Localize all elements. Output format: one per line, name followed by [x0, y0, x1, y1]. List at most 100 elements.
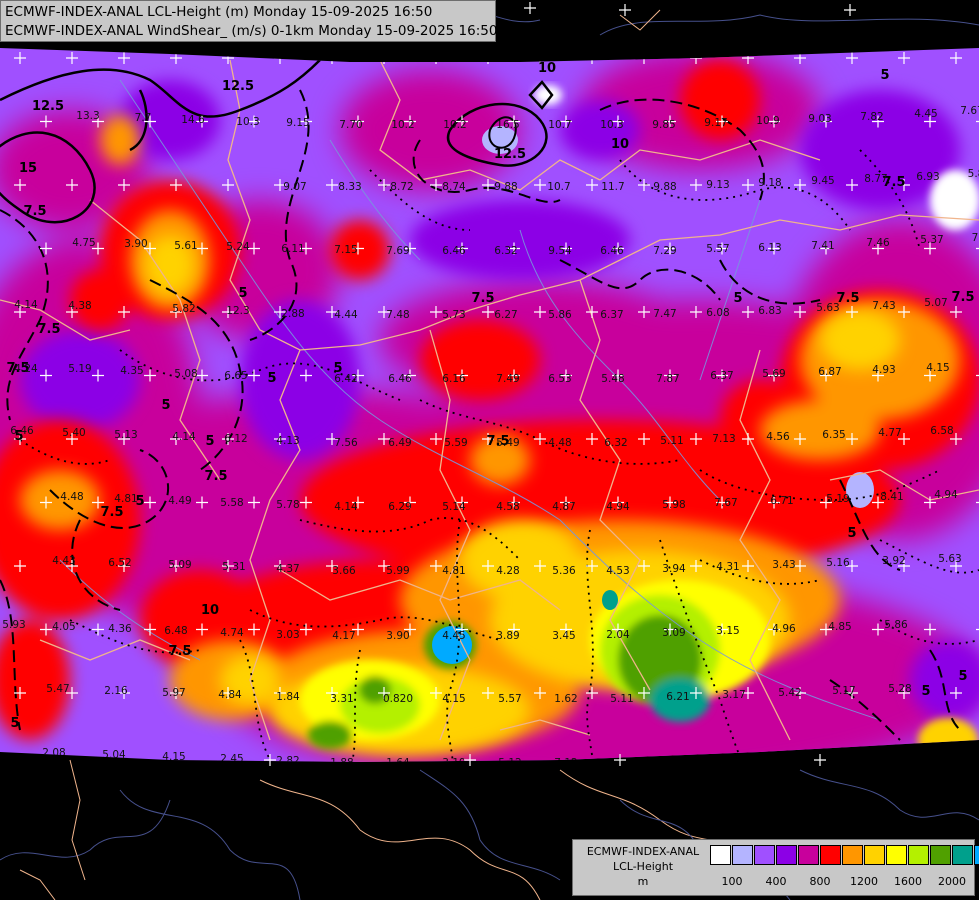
legend-swatch — [842, 845, 863, 865]
shear-value-label: 2.04 — [606, 629, 630, 641]
shear-contour-label: 12.5 — [32, 99, 64, 114]
shear-contour-label: 5 — [238, 286, 247, 301]
shear-value-label: 3.03 — [276, 629, 299, 641]
shear-value-label: 9.85 — [652, 119, 675, 131]
shear-value-label: 5.97 — [162, 687, 185, 699]
shear-value-label: 7.43 — [872, 300, 895, 312]
shear-value-label: 7.48 — [386, 309, 409, 321]
shear-value-label: 4.14 — [14, 299, 38, 311]
shear-value-label: 5.73 — [442, 309, 465, 321]
shear-contour-label: 5 — [880, 68, 889, 83]
shear-value-label: 7.7 — [135, 112, 152, 124]
shear-value-label: 6.58 — [930, 425, 953, 437]
legend-swatch — [864, 845, 885, 865]
shear-value-label: 5.82 — [172, 303, 195, 315]
shear-value-label: 12.3 — [226, 305, 249, 317]
shear-value-label: 5.57 — [498, 693, 521, 705]
shear-value-label: 4.81 — [114, 493, 137, 505]
legend-tick: 1600 — [894, 875, 922, 888]
shear-value-label: 7.46 — [866, 237, 890, 249]
shear-value-label: 4.15 — [926, 362, 949, 374]
shear-contour-label: 7.5 — [951, 290, 974, 305]
shear-value-label: 9.17 — [704, 117, 727, 129]
shear-value-label: 5.59 — [444, 437, 467, 449]
legend-tick: 1200 — [850, 875, 878, 888]
shear-value-label: 6.11 — [281, 243, 304, 255]
shear-value-label: 7.15 — [334, 244, 357, 256]
shear-value-label: 5.47 — [46, 683, 69, 695]
shear-value-label: 6.32 — [604, 437, 627, 449]
shear-value-label: 9.18 — [758, 177, 781, 189]
shear-contour-label: 5 — [921, 684, 930, 699]
shear-contour-label: 5 — [958, 669, 967, 684]
shear-contour-label: 7.5 — [471, 291, 494, 306]
shear-value-label: 3.09 — [662, 627, 685, 639]
legend-swatch — [732, 845, 753, 865]
legend-swatch — [820, 845, 841, 865]
shear-value-label: 6.29 — [388, 501, 411, 513]
title-panel: ECMWF-INDEX-ANAL LCL-Height (m) Monday 1… — [0, 0, 498, 42]
shear-value-label: 4.37 — [276, 563, 299, 575]
shear-contour-label: 7.5 — [100, 505, 123, 520]
shear-value-label: 9.88 — [653, 181, 676, 193]
shear-value-label: 3.45 — [552, 630, 575, 642]
shear-value-label: 5.63 — [938, 553, 961, 565]
shear-contour-label: 7.5 — [23, 204, 46, 219]
shear-value-label: 8.77 — [864, 173, 887, 185]
shear-value-label: 4.87 — [552, 501, 575, 513]
shear-value-label: 7.67 — [960, 105, 979, 117]
shear-value-label: 6.08 — [706, 307, 729, 319]
shear-value-label: 4.58 — [496, 501, 519, 513]
shear-value-label: 1.84 — [276, 691, 300, 703]
legend-tick: 100 — [721, 875, 743, 888]
shear-value-label: 5.31 — [222, 561, 245, 573]
shear-value-label: 6.27 — [494, 309, 517, 321]
shear-value-label: 5.69 — [762, 368, 785, 380]
shear-value-label: 7.70 — [339, 119, 362, 131]
legend-swatch — [798, 845, 819, 865]
shear-value-label: 9.07 — [283, 181, 306, 193]
shear-value-label: 10.7 — [547, 181, 570, 193]
shear-value-label: 5.13 — [114, 429, 137, 441]
shear-value-label: 6.53 — [548, 373, 571, 385]
shear-value-label: 6.35 — [822, 429, 845, 441]
shear-value-label: 7.41 — [811, 240, 834, 252]
shear-value-label: 4.94 — [934, 489, 958, 501]
shear-contour-label: 5 — [847, 526, 856, 541]
shear-value-label: 4.53 — [606, 565, 629, 577]
shear-value-label: 5.48 — [601, 373, 624, 385]
shear-value-label: 4.36 — [108, 623, 132, 635]
shear-contour-label: 7.5 — [836, 291, 859, 306]
color-legend: ECMWF-INDEX-ANAL LCL-Height m 100 400 800 1… — [572, 839, 979, 896]
shear-value-label: 4.85 — [828, 621, 851, 633]
shear-value-label: 3.17 — [722, 689, 745, 701]
shear-value-label: 6.65 — [224, 370, 247, 382]
shear-value-label: 5.63 — [816, 302, 839, 314]
shear-value-label: 4.45 — [442, 630, 465, 642]
shear-value-label: 6.87 — [818, 366, 841, 378]
shear-value-label: 6.46 — [442, 245, 466, 257]
title-line-2: ECMWF-INDEX-ANAL WindShear_ (m/s) 0-1km … — [5, 23, 498, 39]
shear-value-label: 2.16 — [104, 685, 128, 697]
shear-contour-label: 7.5 — [204, 469, 227, 484]
shear-value-label: 5.08 — [174, 368, 197, 380]
shear-value-label: 6.93 — [916, 171, 939, 183]
shear-contour-label: 10 — [611, 137, 629, 152]
shear-value-label: 7.13 — [712, 433, 735, 445]
shear-value-label: 3.15 — [716, 625, 739, 637]
shear-value-label: 6.71 — [770, 495, 793, 507]
shear-value-label: 9.88 — [494, 181, 517, 193]
shear-value-label: 7.56 — [334, 437, 358, 449]
weather-map: 12.5 12.5 15 7.5 10 12.5 10 7.5 5 7.5 5 7.5 5 7.5 5 7.5… — [0, 0, 979, 900]
shear-value-label: 5.17 — [832, 685, 855, 697]
shear-contour-label: 12.5 — [494, 147, 526, 162]
shear-contour-label: 5 — [733, 291, 742, 306]
shear-value-label: 6.21 — [666, 691, 689, 703]
legend-swatch — [952, 845, 973, 865]
shear-value-label: 4.74 — [220, 627, 244, 639]
shear-value-label: 3.66 — [332, 565, 356, 577]
shear-value-label: 5.11 — [610, 693, 633, 705]
shear-value-label: 5.99 — [386, 565, 409, 577]
shear-value-label: 10.2 — [443, 119, 466, 131]
shear-value-label: 5.58 — [220, 497, 243, 509]
